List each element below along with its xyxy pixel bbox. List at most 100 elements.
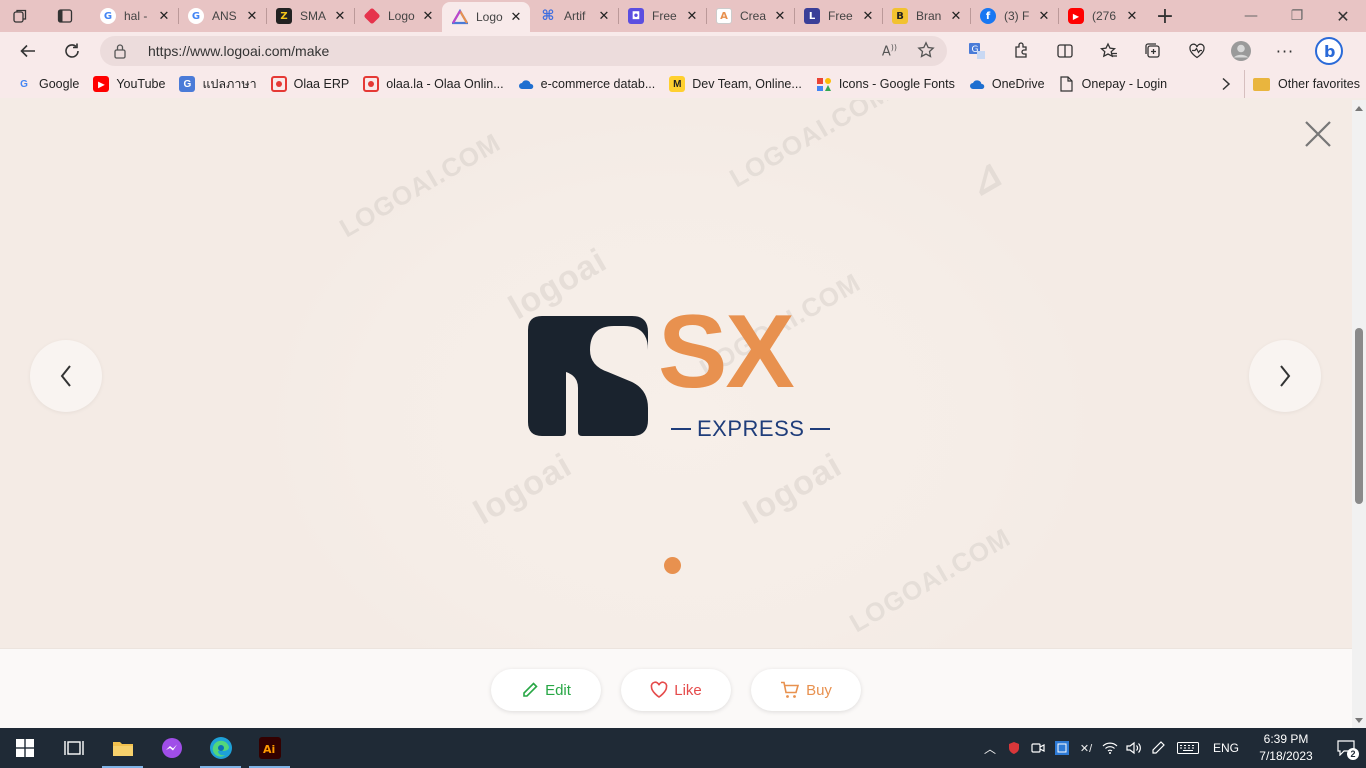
more-options-icon[interactable]: ··· — [1263, 32, 1307, 70]
chevron-right-icon[interactable] — [1214, 70, 1238, 98]
close-tab-icon[interactable]: ✕ — [1036, 8, 1052, 24]
window-close-icon[interactable]: ✕ — [1320, 0, 1366, 32]
close-tab-icon[interactable]: ✕ — [420, 8, 436, 24]
like-button[interactable]: Like — [621, 669, 731, 711]
bookmark-google-fonts[interactable]: Icons - Google Fonts — [810, 70, 963, 98]
bookmark-google[interactable]: G Google — [10, 70, 87, 98]
close-tab-icon[interactable]: ✕ — [684, 8, 700, 24]
back-icon[interactable] — [6, 32, 50, 70]
tab-artif[interactable]: ⌘ Artif ✕ — [530, 0, 618, 32]
touch-keyboard-icon[interactable] — [1170, 728, 1206, 768]
ime-mode-icon[interactable]: ✕/ — [1074, 728, 1098, 768]
tab-facebook[interactable]: f (3) F ✕ — [970, 0, 1058, 32]
bookmarks-bar: G Google ▶ YouTube G แปลภาษา Olaa ERP olaa.… — [0, 70, 1366, 98]
edit-button[interactable]: Edit — [491, 669, 601, 711]
tab-actions-icon[interactable] — [40, 0, 90, 32]
bookmark-olaa-online[interactable]: olaa.la - Olaa Onlin... — [357, 70, 511, 98]
tab-sma[interactable]: Z SMA ✕ — [266, 0, 354, 32]
lock-icon[interactable] — [100, 43, 140, 59]
extensions-icon[interactable] — [999, 32, 1043, 70]
heart-icon — [650, 681, 668, 698]
tab-ans[interactable]: G ANS ✕ — [178, 0, 266, 32]
bookmark-onedrive[interactable]: OneDrive — [963, 70, 1053, 98]
messenger-icon[interactable] — [147, 728, 196, 768]
clock[interactable]: 6:39 PM 7/18/2023 — [1246, 731, 1326, 765]
address-bar[interactable]: https://www.logoai.com/make A)) — [100, 36, 947, 66]
other-favorites[interactable]: Other favorites — [1244, 70, 1360, 98]
tab-hal[interactable]: G hal - ✕ — [90, 0, 178, 32]
close-tab-icon[interactable]: ✕ — [948, 8, 964, 24]
buy-button[interactable]: Buy — [751, 669, 861, 711]
vertical-scrollbar[interactable] — [1352, 100, 1366, 728]
close-tab-icon[interactable]: ✕ — [156, 8, 172, 24]
tab-crea[interactable]: A Crea ✕ — [706, 0, 794, 32]
bookmark-label: Olaa ERP — [293, 77, 350, 91]
task-view-icon[interactable] — [49, 728, 98, 768]
bing-chat-icon[interactable]: b — [1307, 32, 1351, 70]
tab-free-1[interactable]: ◘ Free ✕ — [618, 0, 706, 32]
refresh-icon[interactable] — [50, 32, 94, 70]
close-tab-icon[interactable]: ✕ — [772, 8, 788, 24]
pen-icon[interactable] — [1146, 728, 1170, 768]
cart-icon — [781, 681, 800, 698]
bookmark-olaa-erp[interactable]: Olaa ERP — [265, 70, 358, 98]
wifi-icon[interactable] — [1098, 728, 1122, 768]
bookmark-onepay[interactable]: Onepay - Login — [1053, 70, 1175, 98]
minimize-icon[interactable]: — — [1228, 0, 1274, 32]
bookmark-ecommerce[interactable]: e-commerce datab... — [512, 70, 664, 98]
scroll-up-icon[interactable] — [1355, 106, 1363, 111]
favorite-star-icon[interactable] — [917, 40, 935, 62]
split-screen-icon[interactable] — [1043, 32, 1087, 70]
profile-avatar[interactable] — [1219, 32, 1263, 70]
tab-logo-active[interactable]: Logo ✕ — [442, 2, 530, 32]
tab-youtube[interactable]: ▶ (276 ✕ — [1058, 0, 1146, 32]
restore-icon[interactable]: ❐ — [1274, 0, 1320, 32]
file-explorer-icon[interactable] — [98, 728, 147, 768]
close-tab-icon[interactable]: ✕ — [244, 8, 260, 24]
bookmark-translate[interactable]: G แปลภาษา — [173, 70, 264, 98]
logo-diamond-icon — [363, 7, 381, 25]
input-method-icon[interactable] — [1050, 728, 1074, 768]
close-tab-icon[interactable]: ✕ — [860, 8, 876, 24]
favorites-icon[interactable] — [1087, 32, 1131, 70]
close-preview-icon[interactable] — [1302, 118, 1334, 150]
scroll-down-icon[interactable] — [1355, 718, 1363, 723]
bookmark-label: olaa.la - Olaa Onlin... — [386, 77, 504, 91]
tab-title: Logo — [388, 9, 415, 23]
bookmark-dev-team[interactable]: M Dev Team, Online... — [663, 70, 810, 98]
new-tab-icon[interactable]: + — [1146, 0, 1184, 32]
read-aloud-icon[interactable]: A)) — [882, 43, 897, 59]
tab-title: Artif — [564, 9, 586, 23]
bookmark-youtube[interactable]: ▶ YouTube — [87, 70, 173, 98]
close-tab-icon[interactable]: ✕ — [508, 9, 524, 25]
google-icon: G — [188, 8, 204, 24]
scrollbar-thumb[interactable] — [1355, 328, 1363, 504]
show-hidden-icons-icon[interactable]: ︿ — [978, 728, 1002, 768]
close-tab-icon[interactable]: ✕ — [596, 8, 612, 24]
tab-title: (276 — [1092, 9, 1117, 23]
edge-browser-icon[interactable] — [196, 728, 245, 768]
page-icon — [1059, 76, 1075, 92]
start-button[interactable] — [0, 728, 49, 768]
workspaces-icon[interactable] — [0, 0, 40, 32]
collections-icon[interactable] — [1131, 32, 1175, 70]
close-tab-icon[interactable]: ✕ — [1124, 8, 1140, 24]
previous-logo-button[interactable] — [30, 340, 102, 412]
security-shield-icon[interactable] — [1002, 728, 1026, 768]
translate-icon[interactable]: G — [955, 32, 999, 70]
tab-title: hal - — [124, 9, 148, 23]
meet-now-icon[interactable] — [1026, 728, 1050, 768]
tab-logo-1[interactable]: Logo ✕ — [354, 0, 442, 32]
tab-bran[interactable]: B Bran ✕ — [882, 0, 970, 32]
language-indicator[interactable]: ENG — [1206, 741, 1246, 755]
carousel-dot[interactable] — [664, 557, 681, 574]
artifact-icon: ⌘ — [541, 8, 555, 24]
url-text[interactable]: https://www.logoai.com/make — [148, 43, 329, 59]
tab-free-2[interactable]: L Free ✕ — [794, 0, 882, 32]
illustrator-icon[interactable]: Ai — [245, 728, 294, 768]
next-logo-button[interactable] — [1249, 340, 1321, 412]
close-tab-icon[interactable]: ✕ — [332, 8, 348, 24]
volume-icon[interactable] — [1122, 728, 1146, 768]
performance-icon[interactable] — [1175, 32, 1219, 70]
notification-center-icon[interactable]: 2 — [1326, 728, 1366, 768]
